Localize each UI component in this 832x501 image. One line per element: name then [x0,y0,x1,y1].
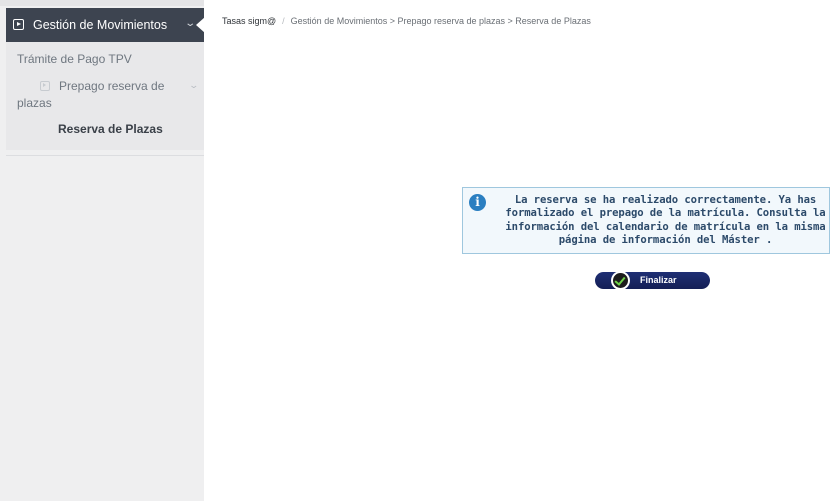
active-indicator [196,17,205,33]
sidebar-item-reserva-plazas[interactable]: Reserva de Plazas [58,122,163,136]
breadcrumb-path: Gestión de Movimientos > Prepago reserva… [290,16,591,26]
sidebar-item-tramite-pago-tpv[interactable]: Trámite de Pago TPV [17,52,132,66]
play-square-icon [13,19,24,30]
info-message-box: i La reserva se ha realizado correctamen… [462,187,830,254]
chevron-down-icon: ⌄ [184,18,197,29]
info-icon: i [469,194,486,211]
breadcrumb-home-link[interactable]: Tasas sigm@ [222,16,276,26]
info-message-text: La reserva se ha realizado correctamente… [505,194,826,247]
submenu: Trámite de Pago TPV Prepago reserva de ⌄… [6,42,204,150]
finalizar-button[interactable]: Finalizar [595,271,710,290]
chevron-down-icon: ⌄ [188,80,200,90]
play-square-icon [40,81,50,91]
finalizar-button-label: Finalizar [640,275,677,285]
sidebar-item-label: Gestión de Movimientos [33,18,168,32]
sidebar-top-bar [0,0,204,6]
sidebar: Gestión de Movimientos ⌄ Trámite de Pago… [0,0,205,501]
sidebar-divider [6,155,204,156]
sidebar-item-gestion-movimientos[interactable]: Gestión de Movimientos ⌄ [6,8,205,42]
sidebar-item-prepago-reserva-line2[interactable]: plazas [17,96,52,110]
breadcrumb-separator: / [282,16,285,26]
breadcrumb: Tasas sigm@ / Gestión de Movimientos > Pre… [222,16,591,26]
sidebar-item-prepago-reserva[interactable]: Prepago reserva de [59,79,164,93]
check-circle-icon [611,271,630,290]
